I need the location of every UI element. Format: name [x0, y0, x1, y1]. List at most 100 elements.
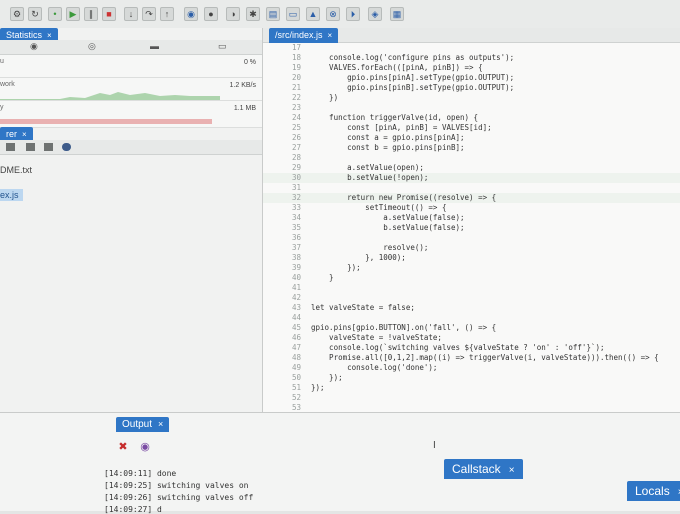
line-number: 47 — [291, 343, 301, 352]
step-back-icon[interactable]: ↑ — [160, 7, 174, 21]
line-number: 19 — [291, 63, 301, 72]
line-number: 43 — [291, 303, 301, 312]
statistics-header: ◉ ◎ ▬ ▭ — [0, 40, 262, 55]
line-number: 46 — [291, 333, 301, 342]
code-text: resolve(); — [311, 243, 429, 252]
code-text: } — [311, 273, 334, 282]
code-text: b.setValue(false); — [311, 223, 465, 232]
tab-callstack[interactable]: Callstack × — [444, 459, 523, 479]
stat-label: u — [0, 58, 4, 65]
breakpoint-icon[interactable]: ● — [204, 7, 218, 21]
cpu-icon: ◉ — [30, 41, 38, 51]
code-text: console.log('done'); — [311, 363, 438, 372]
network-graph — [0, 92, 220, 100]
line-number: 22 — [291, 93, 301, 102]
line-number: 52 — [291, 393, 301, 402]
network-icon: ◎ — [88, 41, 96, 51]
code-text: VALVES.forEach(([pinA, pinB]) => { — [311, 63, 483, 72]
code-text: const [pinA, pinB] = VALVES[id]; — [311, 123, 492, 132]
line-number: 27 — [291, 143, 301, 152]
record-icon[interactable]: ◉ — [184, 7, 198, 21]
code-text: const b = gpio.pins[pinB]; — [311, 143, 465, 152]
step-into-icon[interactable]: ↓ — [124, 7, 138, 21]
refresh-icon[interactable]: ↻ — [28, 7, 42, 21]
folder-icon[interactable] — [26, 143, 35, 151]
line-number: 31 — [291, 183, 301, 192]
line-number: 32 — [291, 193, 301, 202]
memory-icon: ▬ — [150, 41, 159, 51]
filter-icon[interactable]: ◉ — [138, 440, 152, 454]
line-number: 36 — [291, 233, 301, 242]
tab-locals[interactable]: Locals× — [627, 481, 680, 501]
code-text: gpio.pins[pinB].setType(gpio.OUTPUT); — [311, 83, 515, 92]
line-number: 26 — [291, 133, 301, 142]
bottom-panel: Output × ✖ ◉ [14:09:11] done [14:09:25] s… — [0, 412, 680, 514]
line-number: 29 — [291, 163, 301, 172]
output-line: [14:09:25] switching valves on — [104, 481, 249, 490]
close-icon[interactable]: × — [509, 465, 515, 476]
monitor-icon[interactable]: ▭ — [286, 7, 300, 21]
line-number: 45 — [291, 323, 301, 332]
line-number: 18 — [291, 53, 301, 62]
line-number: 42 — [291, 293, 301, 302]
code-text: return new Promise((resolve) => { — [311, 193, 497, 202]
layers-icon[interactable]: ◈ — [368, 7, 382, 21]
network-icon[interactable]: ⊗ — [326, 7, 340, 21]
explorer-toolbar — [0, 140, 262, 155]
tab-label: rer — [6, 129, 17, 139]
close-icon[interactable]: × — [22, 130, 27, 139]
code-text: let valveState = false; — [311, 303, 415, 312]
tab-label: Statistics — [6, 30, 43, 40]
file-icon[interactable]: ▤ — [266, 7, 280, 21]
line-number: 41 — [291, 283, 301, 292]
new-file-icon[interactable] — [6, 143, 15, 151]
line-number: 39 — [291, 263, 301, 272]
line-number: 23 — [291, 103, 301, 112]
line-number: 30 — [291, 173, 301, 182]
file-item-selected[interactable]: ex.js — [0, 189, 23, 201]
line-number: 38 — [291, 253, 301, 262]
debug-play-icon[interactable]: ⏵ — [346, 7, 360, 21]
tab-index-js[interactable]: /src/index.js × — [269, 28, 339, 43]
cloud-icon[interactable] — [62, 143, 71, 151]
play-icon[interactable]: ▶ — [66, 7, 80, 21]
code-text: gpio.pins[gpio.BUTTON].on('fall', () => … — [311, 323, 497, 332]
editor-tabbar: /src/index.js × — [263, 28, 680, 43]
code-text: b.setValue(!open); — [311, 173, 429, 182]
line-number: 44 — [291, 313, 301, 322]
pause-icon[interactable]: ∥ — [84, 7, 98, 21]
grid-icon[interactable]: ▦ — [390, 7, 404, 21]
code-text: a.setValue(open); — [311, 163, 424, 172]
close-icon[interactable]: × — [47, 31, 52, 40]
output-line: [14:09:26] switching valves off — [104, 493, 254, 502]
chart-icon[interactable]: ▲ — [306, 7, 320, 21]
settings-icon[interactable]: ⚙ — [10, 7, 24, 21]
line-number: 20 — [291, 73, 301, 82]
code-text: }); — [311, 263, 361, 272]
breakpoint-toggle-icon[interactable]: ◑ — [226, 7, 240, 21]
download-icon[interactable] — [44, 143, 53, 151]
tab-output[interactable]: Output × — [116, 417, 170, 432]
stop-icon[interactable]: ■ — [102, 7, 116, 21]
line-number: 51 — [291, 383, 301, 392]
close-icon[interactable]: × — [158, 419, 163, 429]
output-line: [14:09:11] done — [104, 469, 177, 478]
close-icon[interactable]: × — [328, 31, 333, 40]
line-number: 21 — [291, 83, 301, 92]
tab-label: Output — [122, 419, 153, 430]
code-text: console.log('configure pins as outputs')… — [311, 53, 515, 62]
stat-row-cpu: u 0 % — [0, 55, 262, 78]
bug-icon[interactable]: ✱ — [246, 7, 260, 21]
code-text: const a = gpio.pins[pinA]; — [311, 133, 465, 142]
line-number: 25 — [291, 123, 301, 132]
stat-value: 1.1 MB — [233, 105, 256, 112]
clear-icon[interactable]: ✖ — [116, 440, 130, 454]
code-text: setTimeout(() => { — [311, 203, 447, 212]
memory-bar — [0, 119, 212, 124]
stat-label: y — [0, 104, 4, 111]
code-editor[interactable]: /src/index.js × 17 18 console.log('configu… — [263, 28, 680, 434]
step-out-icon[interactable]: ↷ — [142, 7, 156, 21]
step-over-icon[interactable]: • — [48, 7, 62, 21]
file-item[interactable]: DME.txt — [0, 165, 32, 175]
line-number: 28 — [291, 153, 301, 162]
